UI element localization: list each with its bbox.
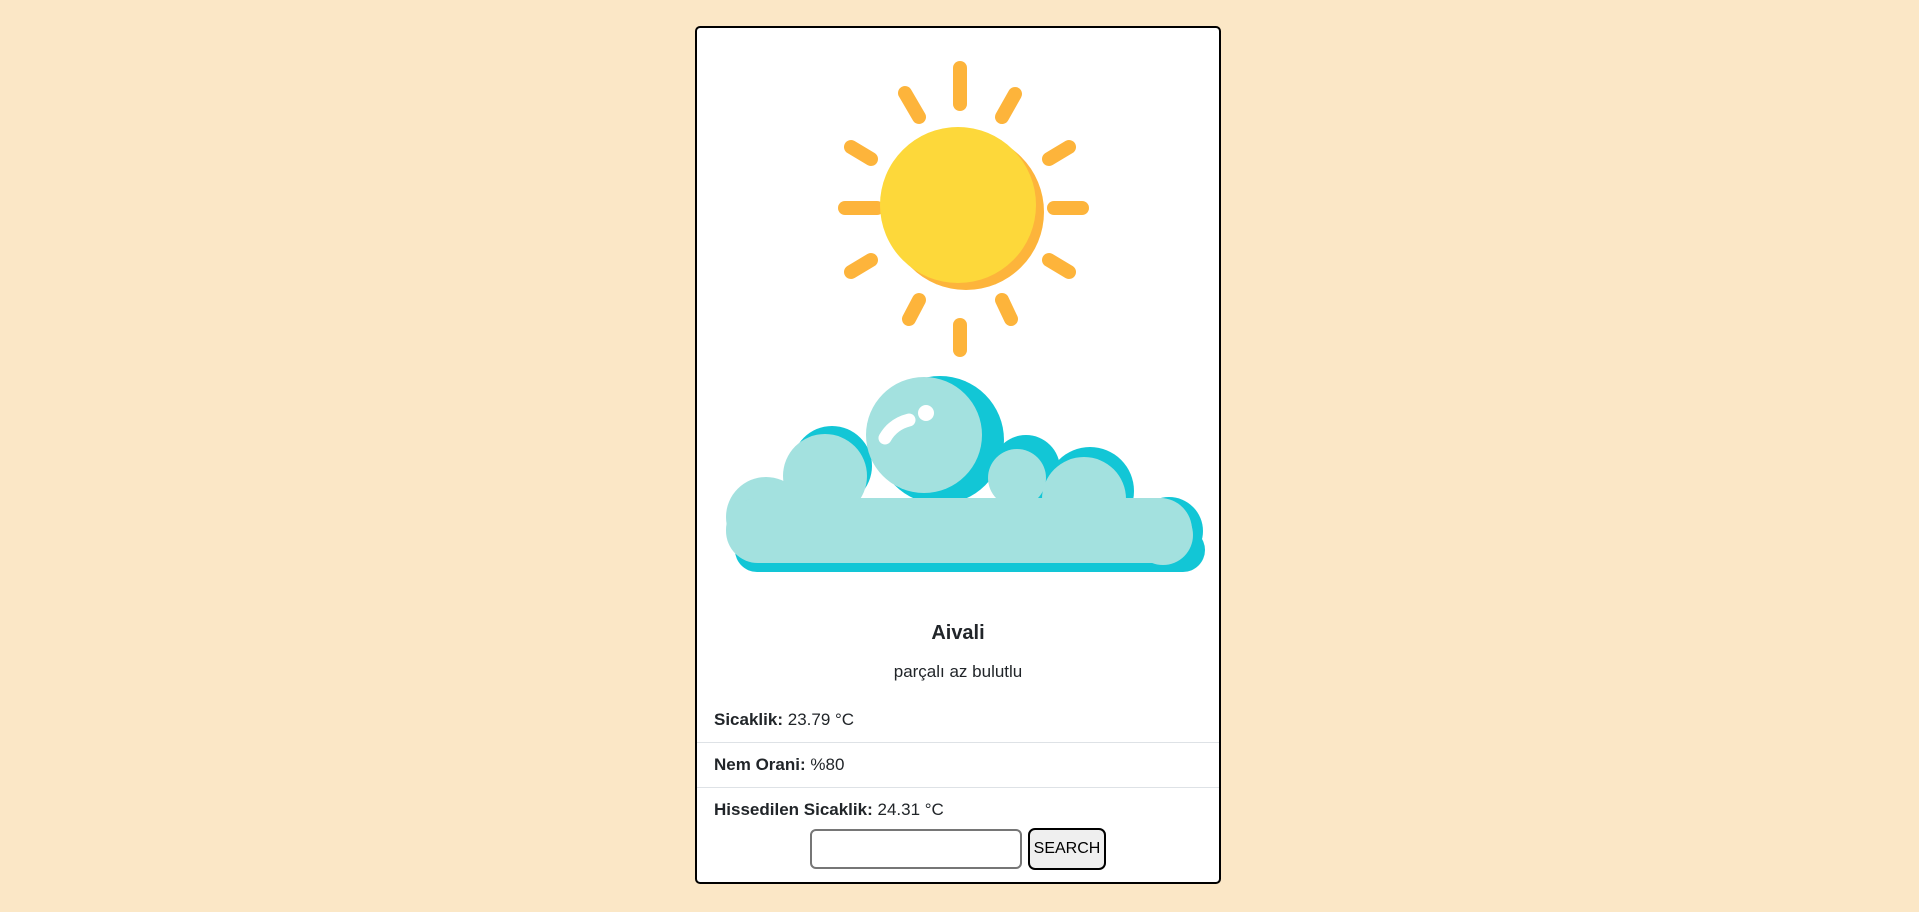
temperature-row: Sicaklik: 23.79 °C [697, 698, 1219, 743]
humidity-label: Nem Orani: [714, 755, 806, 774]
humidity-value: %80 [810, 755, 845, 774]
feels-like-label: Hissedilen Sicaklik: [714, 800, 873, 819]
sun [880, 127, 1036, 283]
humidity-row: Nem Orani: %80 [697, 743, 1219, 788]
temperature-label: Sicaklik: [714, 710, 783, 729]
weather-details-list: Sicaklik: 23.79 °C Nem Orani: %80 Hissed… [697, 698, 1219, 833]
partly-cloudy-icon [726, 61, 1205, 572]
feels-like-row: Hissedilen Sicaklik: 24.31 °C [697, 788, 1219, 833]
feels-like-value: 24.31 °C [877, 800, 944, 819]
weather-description: parçalı az bulutlu [893, 662, 1023, 681]
search-bar: SEARCH [697, 828, 1219, 870]
city-name: Aivali [931, 622, 985, 644]
search-button[interactable]: SEARCH [1028, 828, 1106, 870]
weather-card: Aivali parçalı az bulutlu Sicaklik: 23.7… [695, 26, 1221, 884]
temperature-value: 23.79 °C [787, 710, 855, 729]
city-search-input[interactable] [810, 829, 1022, 869]
